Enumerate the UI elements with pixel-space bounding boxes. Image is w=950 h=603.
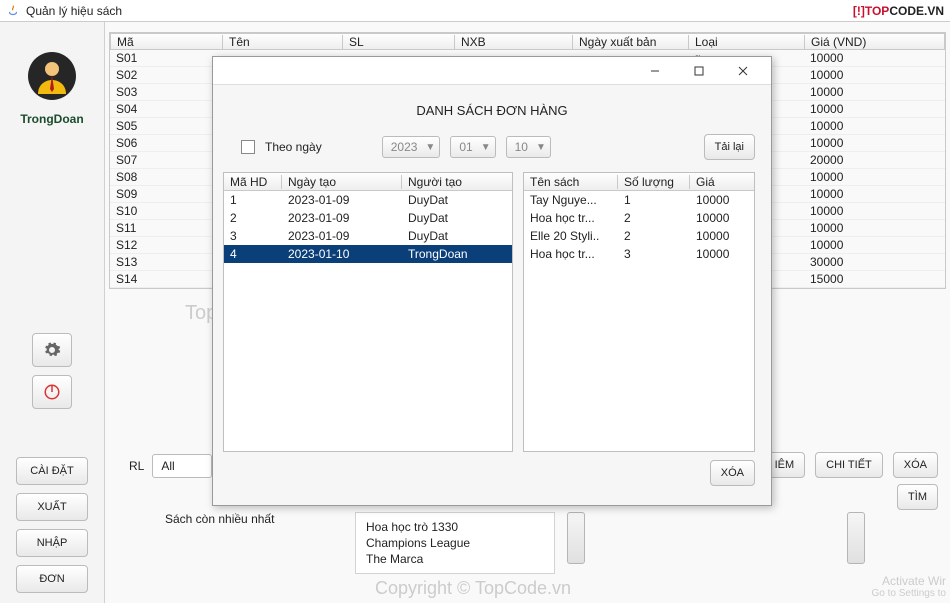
avatar (28, 52, 76, 100)
topcode-logo: [!]TOPCODE.VN (853, 2, 944, 20)
activate-windows: Activate WirGo to Settings to (872, 574, 947, 599)
date-filter-label: Theo ngày (265, 140, 322, 154)
year-combo[interactable]: 2023▼ (382, 136, 441, 158)
scrollbar-thumb[interactable] (567, 512, 585, 564)
table-row[interactable]: Tay Nguye...110000 (524, 191, 754, 209)
nhap-button[interactable]: NHẬP (16, 529, 88, 557)
rl-label: RL (129, 459, 144, 473)
don-button[interactable]: ĐƠN (16, 565, 88, 593)
close-icon (738, 66, 748, 76)
minimize-icon (650, 66, 660, 76)
books-table-header: MãTênSL NXBNgày xuất bảnLoại Giá (VND) (110, 33, 945, 50)
table-row[interactable]: 22023-01-09DuyDat (224, 209, 512, 227)
date-filter-checkbox[interactable] (241, 140, 255, 154)
filter-all-input[interactable]: All (152, 454, 212, 478)
maximize-button[interactable] (677, 57, 721, 85)
dialog-titlebar[interactable] (213, 57, 771, 85)
gear-icon (43, 341, 61, 359)
table-row[interactable]: 12023-01-09DuyDat (224, 191, 512, 209)
chevron-down-icon: ▼ (536, 142, 546, 153)
window-titlebar: Quản lý hiệu sách (0, 0, 950, 22)
order-items-table[interactable]: Tên sách Số lượng Giá Tay Nguye...110000… (523, 172, 755, 452)
table-row[interactable]: 32023-01-09DuyDat (224, 227, 512, 245)
orders-table[interactable]: Mã HD Ngày tạo Người tạo 12023-01-09DuyD… (223, 172, 513, 452)
bottom-books-list: Hoa học trò 1330 Champions League The Ma… (355, 512, 555, 574)
chi-tiet-button[interactable]: CHI TIẾT (815, 452, 883, 478)
reload-button[interactable]: Tải lại (704, 134, 755, 160)
orders-dialog: DANH SÁCH ĐƠN HÀNG Theo ngày 2023▼ 01▼ 1… (212, 56, 772, 506)
day-combo[interactable]: 10▼ (506, 136, 551, 158)
java-icon (6, 4, 20, 18)
username-label: TrongDoan (20, 112, 83, 126)
table-row[interactable]: Hoa học tr...310000 (524, 245, 754, 263)
table-row[interactable]: Hoa học tr...210000 (524, 209, 754, 227)
scrollbar-thumb[interactable] (847, 512, 865, 564)
cai-dat-button[interactable]: CÀI ĐẶT (16, 457, 88, 485)
sidebar: TrongDoan CÀI ĐẶT XUẤT NHẬP ĐƠN (0, 22, 105, 603)
copyright-text: Copyright © TopCode.vn (375, 578, 571, 599)
table-row[interactable]: 42023-01-10TrongDoan (224, 245, 512, 263)
dialog-title: DANH SÁCH ĐƠN HÀNG (223, 89, 761, 128)
month-combo[interactable]: 01▼ (450, 136, 495, 158)
dialog-delete-button[interactable]: XÓA (710, 460, 755, 486)
table-row[interactable]: Elle 20 Styli..210000 (524, 227, 754, 245)
chevron-down-icon: ▼ (481, 142, 491, 153)
window-title: Quản lý hiệu sách (26, 4, 122, 18)
tim-button[interactable]: TÌM (897, 484, 938, 510)
maximize-icon (694, 66, 704, 76)
power-icon (43, 383, 61, 401)
bottom-info-label: Sách còn nhiều nhất (165, 512, 274, 526)
xuat-button[interactable]: XUẤT (16, 493, 88, 521)
close-button[interactable] (721, 57, 765, 85)
minimize-button[interactable] (633, 57, 677, 85)
settings-icon-button[interactable] (32, 333, 72, 367)
xoa-button[interactable]: XÓA (893, 452, 938, 478)
chevron-down-icon: ▼ (425, 142, 435, 153)
power-icon-button[interactable] (32, 375, 72, 409)
